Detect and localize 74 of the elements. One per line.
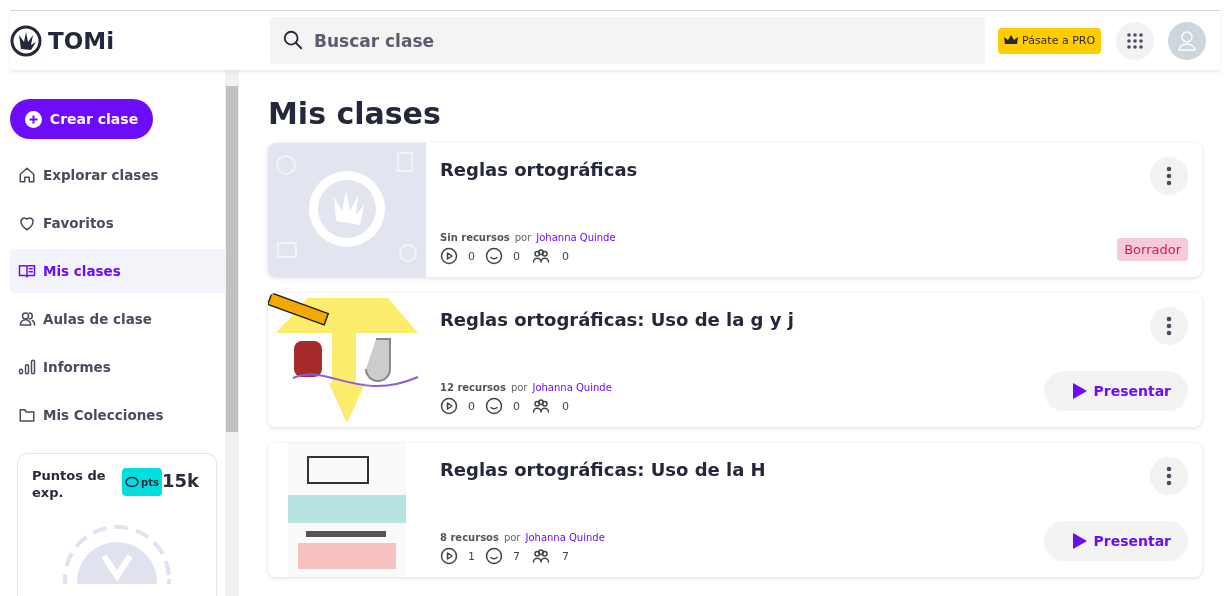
page-title: Mis clases: [268, 96, 442, 131]
apps-button[interactable]: [1116, 21, 1155, 60]
smiley-icon: [485, 247, 503, 265]
nav-item[interactable]: Aulas de clase: [10, 297, 225, 341]
home-icon: [18, 166, 36, 184]
present-button[interactable]: Presentar: [1043, 371, 1188, 411]
plays-count: 0: [468, 249, 475, 263]
plays-count: 0: [468, 399, 475, 413]
play-icon: [1072, 383, 1087, 399]
play-icon: [440, 397, 458, 415]
plays-count: 1: [468, 549, 475, 563]
by-label: por: [503, 532, 521, 543]
author-link[interactable]: Johanna Quinde: [536, 232, 616, 243]
logo-text: TOMi: [48, 27, 114, 54]
reactions-count: 0: [513, 399, 520, 413]
class-card[interactable]: Reglas ortográficas Sin recursos por Johanna Quinde 0 0 0 Borrador: [268, 143, 1202, 277]
users-icon: [530, 547, 552, 565]
play-icon: [440, 247, 458, 265]
user-icon: [1177, 29, 1198, 52]
reactions-count: 0: [513, 249, 520, 263]
status-badge: Borrador: [1117, 238, 1188, 261]
nav-item[interactable]: Favoritos: [10, 201, 225, 245]
logo-icon: [10, 24, 42, 57]
folder-icon: [18, 406, 36, 424]
nav-item[interactable]: Informes: [10, 345, 225, 389]
heart-icon: [18, 214, 36, 232]
bar-chart-icon: [18, 358, 36, 376]
users-icon: [530, 247, 552, 265]
coin-icon: [125, 476, 139, 488]
reactions-count: 7: [513, 549, 520, 563]
plus-icon: [24, 110, 42, 128]
search-icon: [282, 29, 304, 51]
smiley-icon: [485, 547, 503, 565]
class-card[interactable]: Reglas ortográficas: Uso de la g y j 12 recursos por Johanna Quinde 0 0 0 Presentar: [268, 293, 1202, 427]
book-icon: [18, 262, 36, 280]
by-label: por: [510, 382, 528, 393]
users-icon: [18, 310, 36, 328]
resource-count: 12 recursos: [440, 382, 506, 393]
author-link[interactable]: Johanna Quinde: [532, 382, 612, 393]
class-card[interactable]: Reglas ortográficas: Uso de la H 8 recursos por Johanna Quinde 1 7 7 Presentar: [268, 443, 1202, 577]
smiley-icon: [485, 397, 503, 415]
class-title: Reglas ortográficas: [440, 159, 639, 180]
medal-icon: [62, 523, 172, 584]
nav-item[interactable]: Mis clases: [10, 249, 225, 293]
resource-count: 8 recursos: [440, 532, 499, 543]
class-title: Reglas ortográficas: Uso de la H: [440, 459, 767, 480]
resource-count: Sin recursos: [440, 232, 510, 243]
play-icon: [1072, 533, 1087, 549]
search-field[interactable]: Buscar clase: [270, 17, 985, 64]
points-badge: pts: [122, 468, 162, 496]
nav-item[interactable]: Explorar clases: [10, 153, 225, 197]
scrollbar[interactable]: [225, 70, 239, 596]
kebab-icon: [1166, 166, 1172, 186]
participants-count: 0: [562, 249, 569, 263]
participants-count: 7: [562, 549, 569, 563]
points-label: Puntos de exp.: [32, 468, 107, 502]
present-button[interactable]: Presentar: [1043, 521, 1188, 561]
create-class-button[interactable]: Crear clase: [10, 99, 153, 139]
author-link[interactable]: Johanna Quinde: [525, 532, 605, 543]
by-label: por: [514, 232, 532, 243]
points-value: 15k: [161, 470, 199, 491]
class-title: Reglas ortográficas: Uso de la g y j: [440, 309, 795, 330]
upgrade-button[interactable]: Pásate a PRO: [998, 27, 1102, 54]
participants-count: 0: [562, 399, 569, 413]
nav-item[interactable]: Mis Colecciones: [10, 393, 225, 437]
more-button[interactable]: [1150, 157, 1188, 195]
play-icon: [440, 547, 458, 565]
more-button[interactable]: [1150, 307, 1188, 345]
crown-icon: [1004, 35, 1018, 46]
grid-icon: [1127, 32, 1144, 49]
kebab-icon: [1166, 316, 1172, 336]
users-icon: [530, 397, 552, 415]
kebab-icon: [1166, 466, 1172, 486]
more-button[interactable]: [1150, 457, 1188, 495]
